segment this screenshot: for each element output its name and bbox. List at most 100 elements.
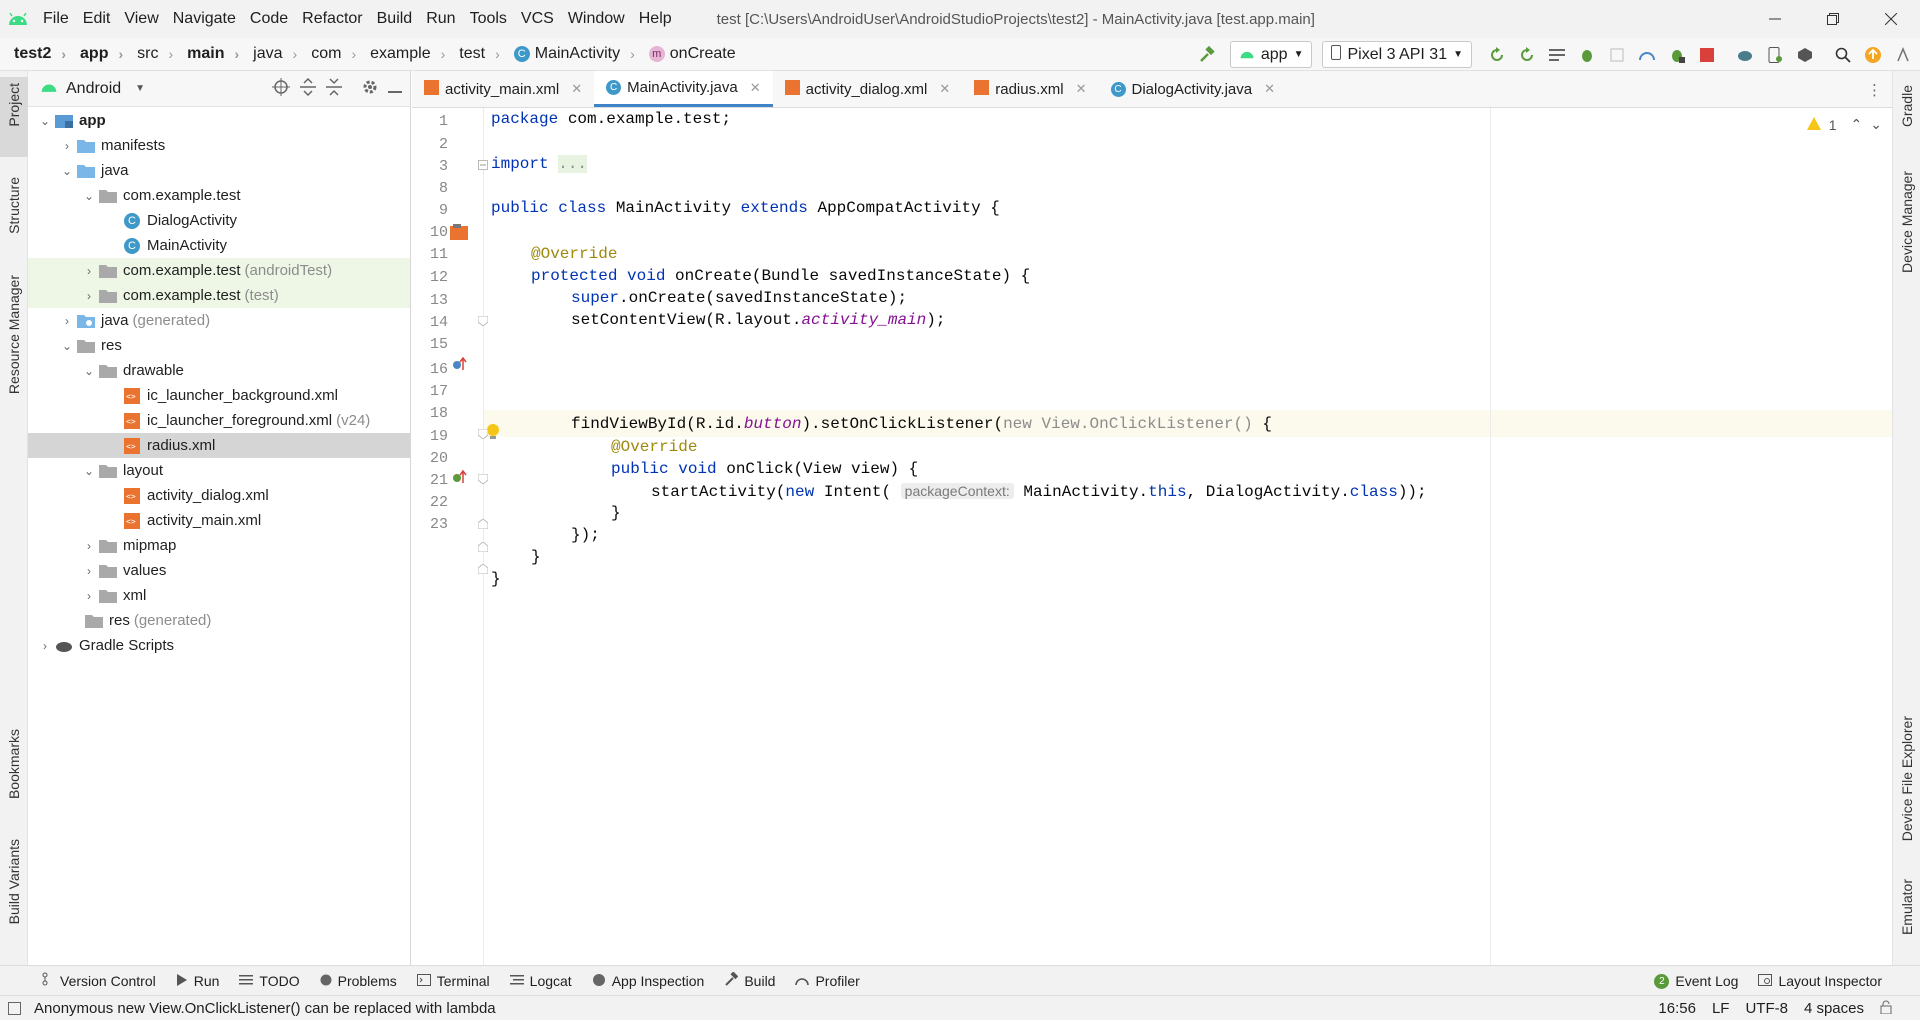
chevron-right-icon[interactable]: › xyxy=(36,639,54,653)
chevron-down-icon[interactable]: ⌄ xyxy=(58,339,76,353)
breadcrumb-src[interactable]: src › xyxy=(123,45,173,63)
restore-button[interactable] xyxy=(1804,0,1862,38)
run-with-coverage-icon[interactable] xyxy=(1604,42,1630,68)
close-tab-icon[interactable]: ✕ xyxy=(1264,81,1275,97)
chevron-down-icon[interactable]: ⌄ xyxy=(36,114,54,128)
problems-tool-button[interactable]: Problems xyxy=(310,973,407,989)
tree-item-package-test[interactable]: › com.example.test (test) xyxy=(28,283,410,308)
terminal-tool-button[interactable]: Terminal xyxy=(407,973,500,989)
profiler-tool-button[interactable]: Profiler xyxy=(785,973,869,989)
locate-target-icon[interactable] xyxy=(272,78,290,100)
menu-window[interactable]: Window xyxy=(561,0,632,38)
device-select[interactable]: Pixel 3 API 31 ▼ xyxy=(1322,41,1472,68)
inspection-widget[interactable]: 1 ⌃ ⌄ xyxy=(1806,116,1882,133)
tree-item-xml[interactable]: › xml xyxy=(28,583,410,608)
tree-item-package-androidtest[interactable]: › com.example.test (androidTest) xyxy=(28,258,410,283)
event-log-tool-button[interactable]: 2 Event Log xyxy=(1644,973,1748,989)
attach-debugger-icon[interactable] xyxy=(1664,42,1690,68)
menu-file[interactable]: File xyxy=(36,0,76,38)
breadcrumb-example[interactable]: example › xyxy=(356,45,445,63)
apply-code-changes-icon[interactable] xyxy=(1514,42,1540,68)
expand-all-icon[interactable] xyxy=(300,77,316,100)
fold-icon[interactable] xyxy=(474,515,492,533)
make-project-hammer-icon[interactable] xyxy=(1194,42,1220,68)
menu-view[interactable]: View xyxy=(117,0,165,38)
sdk-manager-icon[interactable] xyxy=(1792,42,1818,68)
chevron-down-icon[interactable]: ⌄ xyxy=(1870,116,1882,133)
close-tab-icon[interactable]: ✕ xyxy=(750,80,761,96)
tab-dialogactivity-java[interactable]: C DialogActivity.java ✕ xyxy=(1099,71,1288,107)
close-window-button[interactable] xyxy=(1862,0,1920,38)
sync-gradle-icon[interactable] xyxy=(1732,42,1758,68)
run-list-icon[interactable] xyxy=(1544,42,1570,68)
menu-vcs[interactable]: VCS xyxy=(514,0,561,38)
tree-item-dialogactivity[interactable]: C DialogActivity xyxy=(28,208,410,233)
debug-bug-icon[interactable] xyxy=(1574,42,1600,68)
device-manager-tool-tab[interactable]: Device Manager xyxy=(1893,171,1920,301)
tree-item-java[interactable]: ⌄ java xyxy=(28,158,410,183)
minimize-button[interactable] xyxy=(1746,0,1804,38)
chevron-right-icon[interactable]: › xyxy=(80,289,98,303)
menu-edit[interactable]: Edit xyxy=(76,0,118,38)
profiler-gauge-icon[interactable] xyxy=(1634,42,1660,68)
tree-item-activity-main-xml[interactable]: <> activity_main.xml xyxy=(28,508,410,533)
tree-item-package-main[interactable]: ⌄ com.example.test xyxy=(28,183,410,208)
breadcrumb-oncreate[interactable]: m onCreate xyxy=(635,45,736,63)
fold-icon[interactable] xyxy=(474,156,492,174)
menu-build[interactable]: Build xyxy=(370,0,420,38)
menu-navigate[interactable]: Navigate xyxy=(166,0,243,38)
chevron-right-icon[interactable]: › xyxy=(80,264,98,278)
breadcrumb-mainactivity[interactable]: C MainActivity › xyxy=(500,45,635,63)
chevron-right-icon[interactable]: › xyxy=(58,314,76,328)
breadcrumb-test2[interactable]: test2 › xyxy=(0,45,66,63)
logcat-tool-button[interactable]: Logcat xyxy=(500,973,582,989)
menu-run[interactable]: Run xyxy=(419,0,462,38)
tab-activity-main-xml[interactable]: activity_main.xml ✕ xyxy=(412,71,594,107)
menu-help[interactable]: Help xyxy=(632,0,679,38)
code-editor[interactable]: 1 2 3 8 9 10 11 12 13 14 15 16 17 18 19 … xyxy=(412,108,1892,965)
tree-item-activity-dialog-xml[interactable]: <> activity_dialog.xml xyxy=(28,483,410,508)
emulator-tool-tab[interactable]: Emulator xyxy=(1893,879,1920,959)
menu-refactor[interactable]: Refactor xyxy=(295,0,369,38)
tab-activity-dialog-xml[interactable]: activity_dialog.xml ✕ xyxy=(773,71,963,107)
tree-item-res[interactable]: ⌄ res xyxy=(28,333,410,358)
gear-icon[interactable] xyxy=(362,79,378,99)
collapse-all-icon[interactable] xyxy=(326,78,342,100)
android-activity-icon[interactable] xyxy=(450,224,468,242)
chevron-right-icon[interactable]: › xyxy=(80,589,98,603)
fold-icon[interactable] xyxy=(474,312,492,330)
stop-icon[interactable] xyxy=(1694,42,1720,68)
build-variants-tool-tab[interactable]: Build Variants xyxy=(0,831,28,961)
line-separator[interactable]: LF xyxy=(1712,1000,1730,1017)
readonly-lock-icon[interactable] xyxy=(1880,1000,1892,1018)
structure-tool-tab[interactable]: Structure xyxy=(0,169,28,255)
tree-item-manifests[interactable]: › manifests xyxy=(28,133,410,158)
tree-item-mainactivity[interactable]: C MainActivity xyxy=(28,233,410,258)
gradle-tool-tab[interactable]: Gradle xyxy=(1893,85,1920,165)
tree-item-res-generated[interactable]: res (generated) xyxy=(28,608,410,633)
app-inspection-tool-button[interactable]: App Inspection xyxy=(582,972,715,989)
implements-marker-icon[interactable] xyxy=(450,468,468,486)
device-manager-icon[interactable] xyxy=(1762,42,1788,68)
more-tabs-icon[interactable]: ⋮ xyxy=(1867,71,1882,108)
fold-icon[interactable] xyxy=(474,538,492,556)
run-configuration-select[interactable]: app ▼ xyxy=(1229,41,1313,68)
fold-icon[interactable] xyxy=(474,470,492,488)
breadcrumb-main[interactable]: main › xyxy=(173,45,239,63)
chevron-down-icon[interactable]: ⌄ xyxy=(80,464,98,478)
project-view-mode-select[interactable]: Android xyxy=(66,80,121,98)
tree-item-drawable[interactable]: ⌄ drawable xyxy=(28,358,410,383)
tree-item-java-generated[interactable]: › java (generated) xyxy=(28,308,410,333)
android-studio-settings-icon[interactable] xyxy=(1890,42,1916,68)
hide-panel-icon[interactable] xyxy=(388,81,402,98)
tree-item-ic-launcher-background[interactable]: <> ic_launcher_background.xml xyxy=(28,383,410,408)
chevron-right-icon[interactable]: › xyxy=(58,139,76,153)
chevron-down-icon[interactable]: ▼ xyxy=(135,83,145,94)
tree-item-radius-xml[interactable]: <> radius.xml xyxy=(28,433,410,458)
tree-item-layout[interactable]: ⌄ layout xyxy=(28,458,410,483)
device-file-explorer-tool-tab[interactable]: Device File Explorer xyxy=(1893,716,1920,886)
run-tool-button[interactable]: Run xyxy=(166,973,230,989)
menu-tools[interactable]: Tools xyxy=(463,0,514,38)
close-tab-icon[interactable]: ✕ xyxy=(939,81,950,97)
resource-manager-tool-tab[interactable]: Resource Manager xyxy=(0,267,28,415)
